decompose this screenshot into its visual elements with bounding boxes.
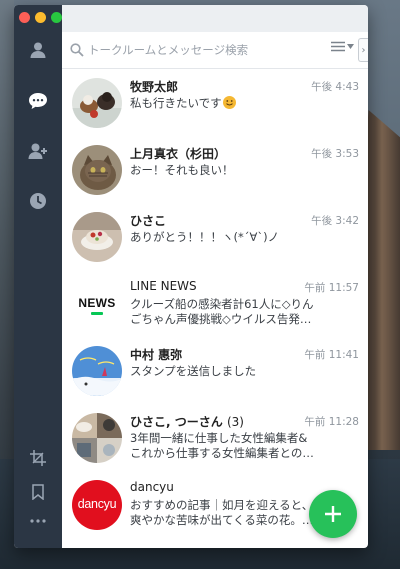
chat-preview: スタンプを送信しました [130, 364, 257, 378]
chevron-down-icon [347, 44, 354, 49]
window-controls [19, 12, 62, 23]
chat-preview: おー！それも良い！ [130, 163, 234, 177]
line-news-logo: NEWS [72, 279, 122, 329]
search-icon [70, 43, 84, 57]
chat-row-line-news[interactable]: NEWS LINE NEWS 午前 11:57 クルーズ船の感染者計61人に◇り… [62, 270, 368, 336]
chat-name: dancyu [130, 480, 174, 494]
chat-name: ひさこ, つーさん (3) [130, 415, 244, 429]
group-avatar [72, 413, 122, 463]
chats-icon[interactable] [26, 89, 50, 113]
bookmark-icon[interactable] [26, 480, 50, 504]
sidebar [14, 5, 62, 548]
avatar [72, 346, 122, 396]
expand-panel-button[interactable]: › [358, 38, 368, 62]
chat-preview: クルーズ船の感染者計61人に◇りん ごちゃん声優挑戦◇ウイルス告発… [130, 297, 314, 326]
chat-row-makino[interactable]: 牧野太郎 午後 4:43 私も行きたいです [62, 69, 368, 135]
chat-name: LINE NEWS [130, 279, 197, 293]
chat-name: ひさこ [130, 214, 167, 228]
avatar [72, 212, 122, 262]
friends-icon[interactable] [26, 38, 50, 62]
chat-row-nakamura[interactable]: 中村 惠弥 午前 11:41 スタンプを送信しました [62, 337, 368, 403]
zoom-window-button[interactable] [51, 12, 62, 23]
chat-time: 午後 3:53 [311, 148, 359, 160]
dancyu-logo: dancyu [72, 480, 122, 530]
chat-time: 午後 4:43 [311, 81, 359, 93]
chat-preview: 私も行きたいです [130, 96, 356, 111]
chat-preview: ありがとう！！！ヽ(*´∀`)ノ [130, 230, 280, 244]
close-window-button[interactable] [19, 12, 30, 23]
logo-underline [91, 312, 103, 315]
search-bar: › [62, 32, 368, 69]
chat-name: 中村 惠弥 [130, 348, 183, 362]
chat-name: 上月真衣（杉田） [130, 147, 227, 161]
titlebar [62, 5, 368, 32]
smile-emoji-icon [222, 96, 236, 109]
list-menu-button[interactable] [331, 41, 354, 52]
chat-row-group-hisako-tsusan[interactable]: ひさこ, つーさん (3) 午前 11:28 3年間一緒に仕事した女性編集者& … [62, 404, 368, 470]
chat-row-hisako[interactable]: ひさこ 午後 3:42 ありがとう！！！ヽ(*´∀`)ノ [62, 203, 368, 269]
chat-time: 午前 11:41 [304, 349, 359, 361]
crop-icon[interactable] [26, 446, 50, 470]
hamburger-icon [331, 41, 345, 52]
chat-name: 牧野太郎 [130, 80, 179, 94]
avatar [72, 78, 122, 128]
timeline-icon[interactable] [26, 189, 50, 213]
search-input[interactable] [88, 43, 318, 57]
chat-time: 午前 11:28 [304, 416, 359, 428]
plus-icon [325, 506, 341, 522]
chat-time: 午後 3:42 [311, 215, 359, 227]
minimize-window-button[interactable] [35, 12, 46, 23]
chat-list: 牧野太郎 午後 4:43 私も行きたいです 上月真衣（杉田） 午後 3:53 お… [62, 69, 368, 548]
avatar [72, 145, 122, 195]
line-app-window: › 牧野太郎 午後 4:43 私も行きたいです [14, 5, 368, 548]
chat-row-kozuki[interactable]: 上月真衣（杉田） 午後 3:53 おー！それも良い！ [62, 136, 368, 202]
chat-preview: 3年間一緒に仕事した女性編集者& これから仕事する女性編集者との… [130, 431, 314, 460]
more-icon[interactable] [26, 509, 50, 533]
add-friend-icon[interactable] [26, 139, 50, 163]
new-chat-button[interactable] [309, 490, 357, 538]
chat-time: 午前 11:57 [304, 282, 359, 294]
